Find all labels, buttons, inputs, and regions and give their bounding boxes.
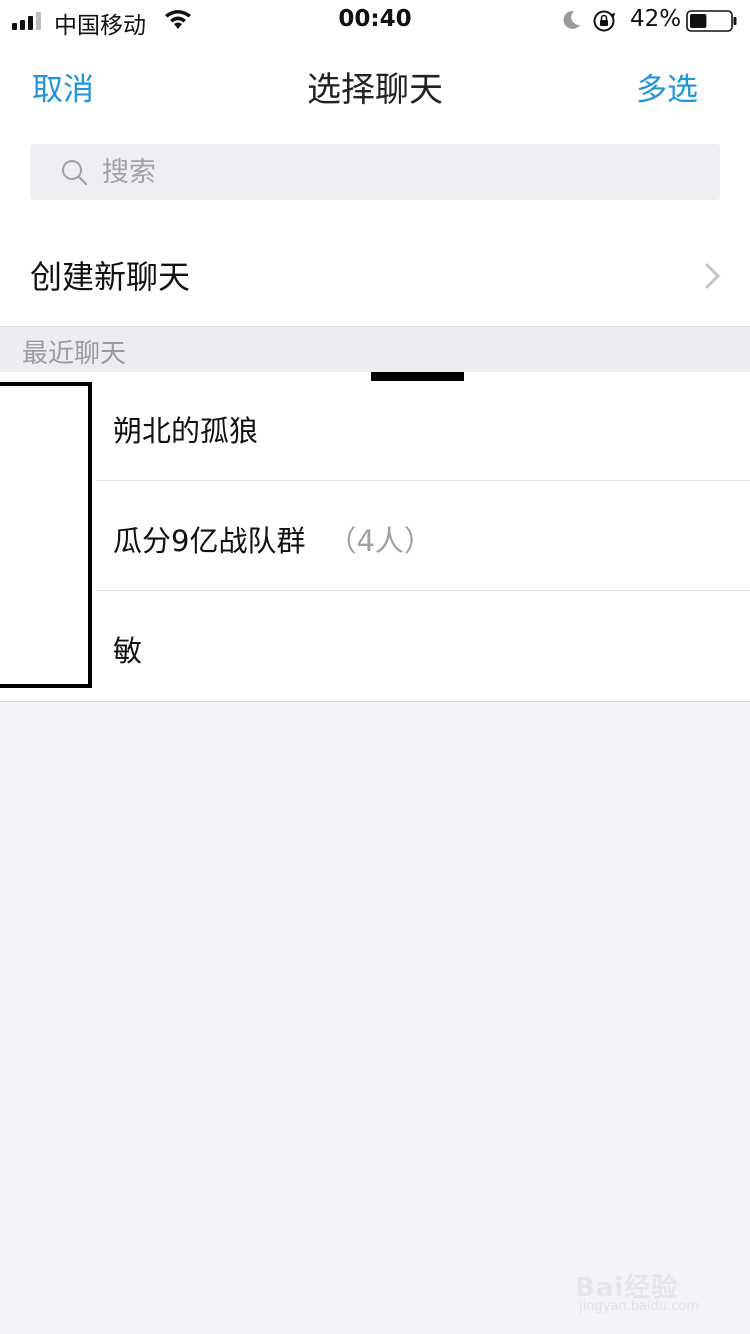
status-bar: 中国移动 00:40 42% xyxy=(0,0,750,40)
battery-icon xyxy=(686,10,737,32)
chat-name: 瓜分9亿战队群 （4人） xyxy=(113,524,433,558)
battery-percent: 42% xyxy=(630,6,682,32)
recent-chats-header: 最近聊天 xyxy=(0,326,750,373)
moon-icon xyxy=(563,10,580,29)
watermark-url: jingyan.baidu.com xyxy=(579,1299,699,1314)
baidu-watermark: Bai经验 jingyan.baidu.com xyxy=(575,1265,725,1320)
recent-chats-list: 朔北的孤狼 瓜分9亿战队群 （4人） 敏 xyxy=(0,372,750,702)
orientation-lock-icon xyxy=(593,10,616,32)
search-bar[interactable] xyxy=(30,144,720,200)
chat-name: 朔北的孤狼 xyxy=(113,414,259,448)
search-input[interactable] xyxy=(102,152,682,192)
member-count: （4人） xyxy=(327,524,433,558)
divider xyxy=(96,590,750,591)
list-item[interactable]: 瓜分9亿战队群 （4人） xyxy=(0,482,750,591)
list-item[interactable]: 敏 xyxy=(0,592,750,701)
list-item[interactable]: 朔北的孤狼 xyxy=(0,372,750,481)
multi-select-button[interactable]: 多选 xyxy=(636,64,698,109)
recent-chats-label: 最近聊天 xyxy=(22,339,127,369)
navigation-bar: 取消 选择聊天 多选 xyxy=(0,50,750,120)
chevron-right-icon xyxy=(704,262,721,290)
avatar-redaction-box xyxy=(0,382,92,688)
divider xyxy=(96,480,750,481)
create-new-chat-row[interactable]: 创建新聊天 xyxy=(0,224,750,326)
create-new-chat-label: 创建新聊天 xyxy=(30,258,191,296)
chat-name: 敏 xyxy=(113,634,143,668)
search-icon xyxy=(62,160,88,186)
redaction-bar xyxy=(371,372,464,381)
